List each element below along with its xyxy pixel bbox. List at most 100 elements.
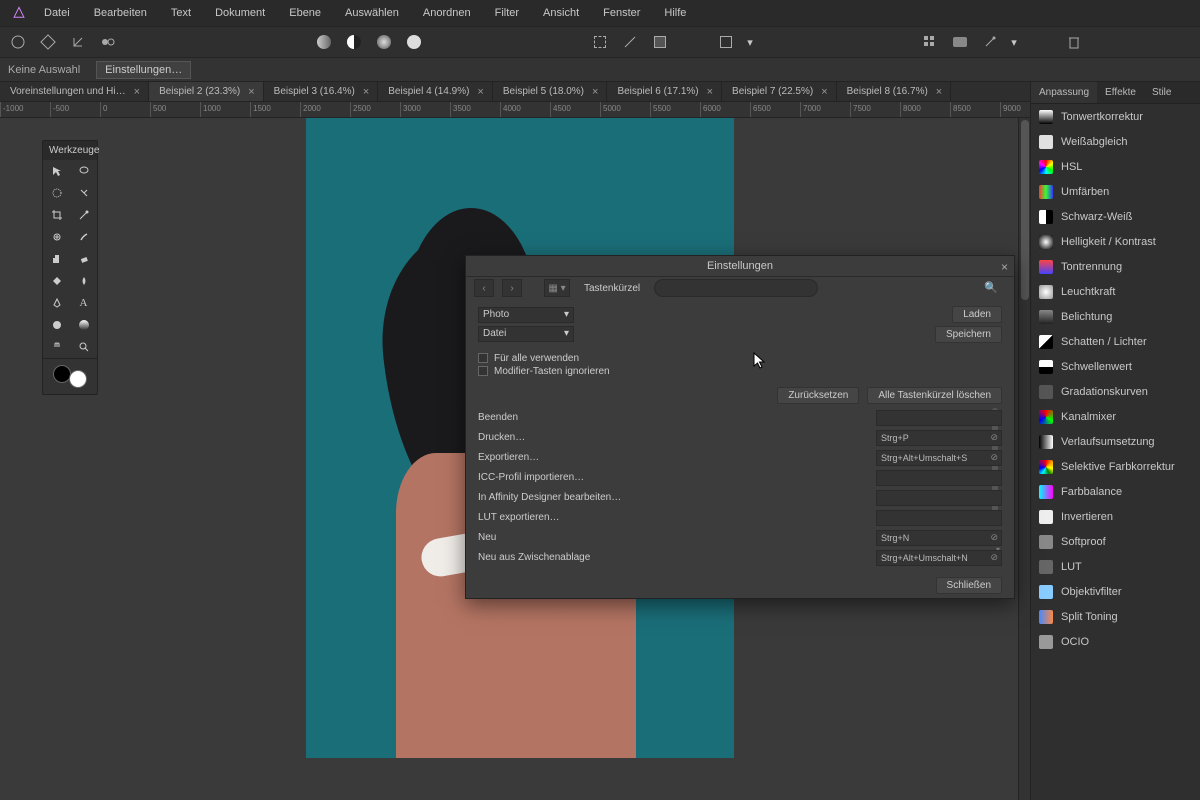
menu-file[interactable]: Datei bbox=[32, 0, 82, 26]
clear-all-button[interactable]: Alle Tastenkürzel löschen bbox=[867, 387, 1002, 404]
doc-tab[interactable]: Beispiel 3 (16.4%)× bbox=[264, 82, 379, 101]
adjustment-item[interactable]: Umfärben bbox=[1031, 179, 1200, 204]
menu-arrange[interactable]: Anordnen bbox=[411, 0, 483, 26]
blend-half-icon[interactable] bbox=[342, 30, 366, 54]
tab-stile[interactable]: Stile bbox=[1144, 82, 1179, 103]
shape-tool-icon[interactable] bbox=[43, 314, 70, 336]
context-chip[interactable]: Einstellungen… bbox=[96, 61, 191, 79]
adjustment-item[interactable]: Schwellenwert bbox=[1031, 354, 1200, 379]
adjustment-item[interactable]: Leuchtkraft bbox=[1031, 279, 1200, 304]
doc-tab[interactable]: Beispiel 8 (16.7%)× bbox=[837, 82, 952, 101]
dialog-titlebar[interactable]: Einstellungen × bbox=[466, 256, 1014, 277]
shortcut-field[interactable]: Strg+Alt+Umschalt+N⊘ bbox=[876, 550, 1002, 566]
close-icon[interactable]: × bbox=[134, 86, 140, 98]
shortcut-field[interactable] bbox=[876, 490, 1002, 506]
blur-tool-icon[interactable] bbox=[70, 270, 97, 292]
adjustment-item[interactable]: Schatten / Lichter bbox=[1031, 329, 1200, 354]
adjustment-item[interactable]: Gradationskurven bbox=[1031, 379, 1200, 404]
doc-tab[interactable]: Beispiel 5 (18.0%)× bbox=[493, 82, 608, 101]
doc-tab[interactable]: Beispiel 4 (14.9%)× bbox=[378, 82, 493, 101]
apply-all-checkbox[interactable]: Für alle verwenden bbox=[478, 353, 1002, 364]
doc-tab[interactable]: Beispiel 7 (22.5%)× bbox=[722, 82, 837, 101]
paint-brush-icon[interactable] bbox=[70, 226, 97, 248]
category-select[interactable]: Datei▾ bbox=[478, 326, 574, 342]
adjustment-item[interactable]: Verlaufsumsetzung bbox=[1031, 429, 1200, 454]
close-icon[interactable]: × bbox=[707, 86, 713, 98]
canvas-scrollbar[interactable] bbox=[1018, 118, 1030, 800]
fill-tool-icon[interactable] bbox=[43, 270, 70, 292]
adjustment-item[interactable]: Schwarz-Weiß bbox=[1031, 204, 1200, 229]
adjustment-item[interactable]: Invertieren bbox=[1031, 504, 1200, 529]
shortcut-field[interactable] bbox=[876, 510, 1002, 526]
reset-button[interactable]: Zurücksetzen bbox=[777, 387, 859, 404]
persona-select[interactable]: Photo▾ bbox=[478, 307, 574, 323]
blend-soft-icon[interactable] bbox=[372, 30, 396, 54]
clear-icon[interactable]: ⊘ bbox=[990, 552, 998, 563]
menu-select[interactable]: Auswählen bbox=[333, 0, 411, 26]
zoom-tool-icon[interactable] bbox=[70, 336, 97, 358]
close-icon[interactable]: × bbox=[592, 86, 598, 98]
color-swatches[interactable] bbox=[43, 358, 97, 394]
crop-tool-icon[interactable] bbox=[43, 204, 70, 226]
shortcut-field[interactable] bbox=[876, 470, 1002, 486]
close-button[interactable]: Schließen bbox=[936, 577, 1002, 594]
adjustment-item[interactable]: Objektivfilter bbox=[1031, 579, 1200, 604]
adjustment-item[interactable]: Tonwertkorrektur bbox=[1031, 104, 1200, 129]
marquee-line-icon[interactable] bbox=[618, 30, 642, 54]
persona-liquify-icon[interactable] bbox=[36, 30, 60, 54]
flood-select-icon[interactable] bbox=[70, 182, 97, 204]
shortcut-field[interactable]: Strg+Alt+Umschalt+S⊘ bbox=[876, 450, 1002, 466]
menu-edit[interactable]: Bearbeiten bbox=[82, 0, 159, 26]
persona-develop-icon[interactable] bbox=[66, 30, 90, 54]
shortcut-field[interactable]: Strg+N⊘ bbox=[876, 530, 1002, 546]
erase-tool-icon[interactable] bbox=[70, 248, 97, 270]
menu-document[interactable]: Dokument bbox=[203, 0, 277, 26]
adjustment-item[interactable]: Split Toning bbox=[1031, 604, 1200, 629]
adjustment-item[interactable]: Softproof bbox=[1031, 529, 1200, 554]
text-tool-icon[interactable]: A bbox=[70, 292, 97, 314]
shortcut-field[interactable] bbox=[876, 410, 1002, 426]
ignore-modifier-checkbox[interactable]: Modifier-Tasten ignorieren bbox=[478, 366, 1002, 377]
clear-icon[interactable]: ⊘ bbox=[990, 452, 998, 463]
lasso-tool-icon[interactable] bbox=[70, 160, 97, 182]
move-tool-icon[interactable] bbox=[43, 160, 70, 182]
menu-window[interactable]: Fenster bbox=[591, 0, 652, 26]
shortcut-field[interactable]: Strg+P⊘ bbox=[876, 430, 1002, 446]
adjustment-item[interactable]: Kanalmixer bbox=[1031, 404, 1200, 429]
persona-tone-icon[interactable] bbox=[96, 30, 120, 54]
doc-tab[interactable]: Beispiel 6 (17.1%)× bbox=[607, 82, 722, 101]
healing-brush-icon[interactable] bbox=[43, 226, 70, 248]
eyedropper-icon[interactable] bbox=[70, 204, 97, 226]
wand-icon[interactable] bbox=[978, 30, 1002, 54]
adjustment-item[interactable]: Tontrennung bbox=[1031, 254, 1200, 279]
trash-icon[interactable] bbox=[1062, 30, 1086, 54]
hand-tool-icon[interactable] bbox=[43, 336, 70, 358]
blend-full-icon[interactable] bbox=[402, 30, 426, 54]
chevron-down-icon[interactable]: ▾ bbox=[744, 30, 756, 54]
nav-back-icon[interactable]: ‹ bbox=[474, 279, 494, 297]
adjustment-item[interactable]: Farbbalance bbox=[1031, 479, 1200, 504]
load-button[interactable]: Laden bbox=[952, 306, 1002, 323]
adjustment-item[interactable]: Helligkeit / Kontrast bbox=[1031, 229, 1200, 254]
selection-brush-icon[interactable] bbox=[43, 182, 70, 204]
marquee-rect-icon[interactable] bbox=[588, 30, 612, 54]
adjustment-item[interactable]: Belichtung bbox=[1031, 304, 1200, 329]
close-icon[interactable]: × bbox=[936, 86, 942, 98]
adjustment-item[interactable]: Selektive Farbkorrektur bbox=[1031, 454, 1200, 479]
quick-mask-icon[interactable] bbox=[648, 30, 672, 54]
search-input[interactable] bbox=[654, 279, 818, 297]
menu-layer[interactable]: Ebene bbox=[277, 0, 333, 26]
gradient-tool-icon[interactable] bbox=[70, 314, 97, 336]
adjustment-item[interactable]: Weißabgleich bbox=[1031, 129, 1200, 154]
save-button[interactable]: Speichern bbox=[935, 326, 1002, 343]
doc-tab[interactable]: Voreinstellungen und Hi…× bbox=[0, 82, 149, 101]
grid-view-icon[interactable]: ▦ ▾ bbox=[544, 279, 570, 297]
snap-icon[interactable] bbox=[714, 30, 738, 54]
menu-view[interactable]: Ansicht bbox=[531, 0, 591, 26]
adjustment-item[interactable]: HSL bbox=[1031, 154, 1200, 179]
close-icon[interactable]: × bbox=[477, 86, 483, 98]
clone-tool-icon[interactable] bbox=[43, 248, 70, 270]
pen-tool-icon[interactable] bbox=[43, 292, 70, 314]
tab-anpassung[interactable]: Anpassung bbox=[1031, 82, 1097, 103]
blend-normal-icon[interactable] bbox=[312, 30, 336, 54]
